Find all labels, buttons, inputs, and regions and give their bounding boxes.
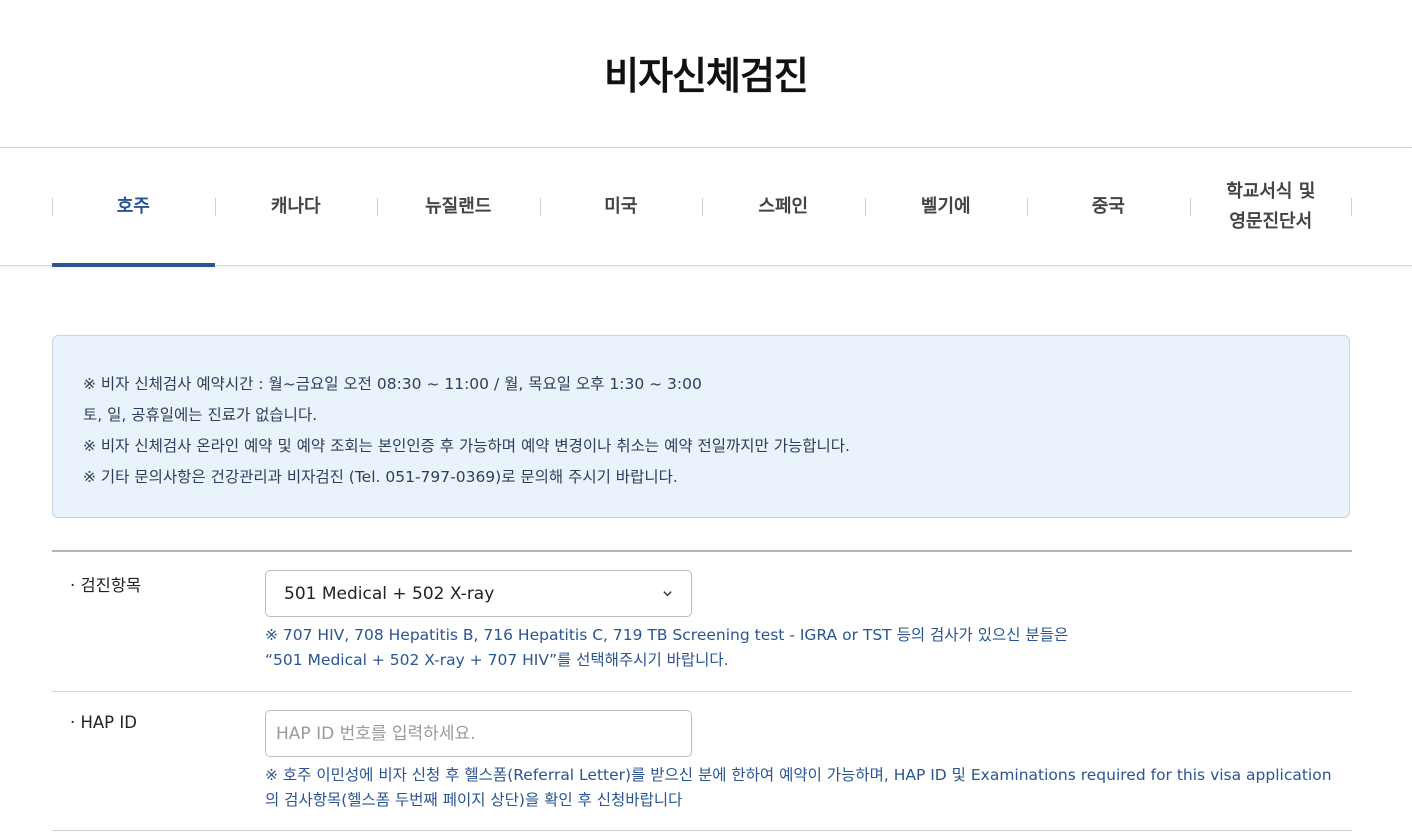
tab-usa[interactable]: 미국	[539, 148, 703, 265]
row-divider	[52, 830, 1352, 831]
form-top-divider	[52, 550, 1352, 552]
tab-label: 호주	[116, 195, 150, 217]
hap-id-note: ※ 호주 이민성에 비자 신청 후 헬스폼(Referral Letter)를 …	[265, 763, 1332, 813]
active-tab-indicator	[52, 263, 215, 267]
tab-belgium[interactable]: 벨기에	[864, 148, 1028, 265]
notice-box: ※ 비자 신체검사 예약시간 : 월~금요일 오전 08:30 ~ 11:00 …	[52, 335, 1350, 518]
tab-label: 학교서식 및 영문진단서	[1226, 177, 1315, 237]
hap-note-line: ※ 호주 이민성에 비자 신청 후 헬스폼(Referral Letter)를 …	[265, 766, 1332, 784]
notice-line: ※ 기타 문의사항은 건강관리과 비자검진 (Tel. 051-797-0369…	[83, 468, 678, 486]
page-title: 비자신체검진	[604, 54, 809, 98]
tab-label: 뉴질랜드	[425, 195, 492, 217]
tab-bar: 호주 캐나다 뉴질랜드 미국 스페인 벨기에 중국 학교서식 및 영문진단서	[0, 147, 1412, 267]
tab-label: 스페인	[758, 195, 809, 217]
tab-china[interactable]: 중국	[1027, 148, 1190, 265]
exam-note-line: “501 Medical + 502 X-ray + 707 HIV”를 선택해…	[265, 651, 729, 669]
tab-australia[interactable]: 호주	[52, 148, 215, 267]
tab-new-zealand[interactable]: 뉴질랜드	[377, 148, 540, 265]
exam-item-label: · 검진항목	[70, 576, 142, 595]
hap-note-line: 의 검사항목(헬스폼 두번째 페이지 상단)을 확인 후 신청바랍니다	[265, 791, 683, 809]
tab-label: 중국	[1091, 195, 1125, 217]
hap-id-label: · HAP ID	[70, 713, 137, 732]
notice-line: 토, 일, 공휴일에는 진료가 없습니다.	[83, 406, 318, 424]
chevron-down-icon	[663, 591, 672, 597]
exam-item-note: ※ 707 HIV, 708 Hepatitis B, 716 Hepatiti…	[265, 623, 1068, 673]
tab-label-line2: 영문진단서	[1229, 210, 1313, 232]
tab-canada[interactable]: 캐나다	[214, 148, 378, 265]
hap-id-input[interactable]	[265, 710, 692, 757]
tab-label: 캐나다	[270, 195, 321, 217]
notice-line: ※ 비자 신체검사 온라인 예약 및 예약 조회는 본인인증 후 가능하며 예약…	[83, 437, 850, 455]
row-divider	[52, 691, 1352, 692]
tab-label: 벨기에	[920, 195, 971, 217]
tab-spain[interactable]: 스페인	[702, 148, 865, 265]
tab-label: 미국	[604, 195, 638, 217]
exam-note-line: ※ 707 HIV, 708 Hepatitis B, 716 Hepatiti…	[265, 626, 1069, 644]
exam-item-selected-value: 501 Medical + 502 X-ray	[284, 583, 495, 604]
tab-school-forms[interactable]: 학교서식 및 영문진단서	[1189, 148, 1353, 265]
exam-item-select[interactable]: 501 Medical + 502 X-ray	[265, 570, 692, 617]
tab-label-line1: 학교서식 및	[1226, 180, 1316, 202]
notice-line: ※ 비자 신체검사 예약시간 : 월~금요일 오전 08:30 ~ 11:00 …	[83, 375, 702, 393]
